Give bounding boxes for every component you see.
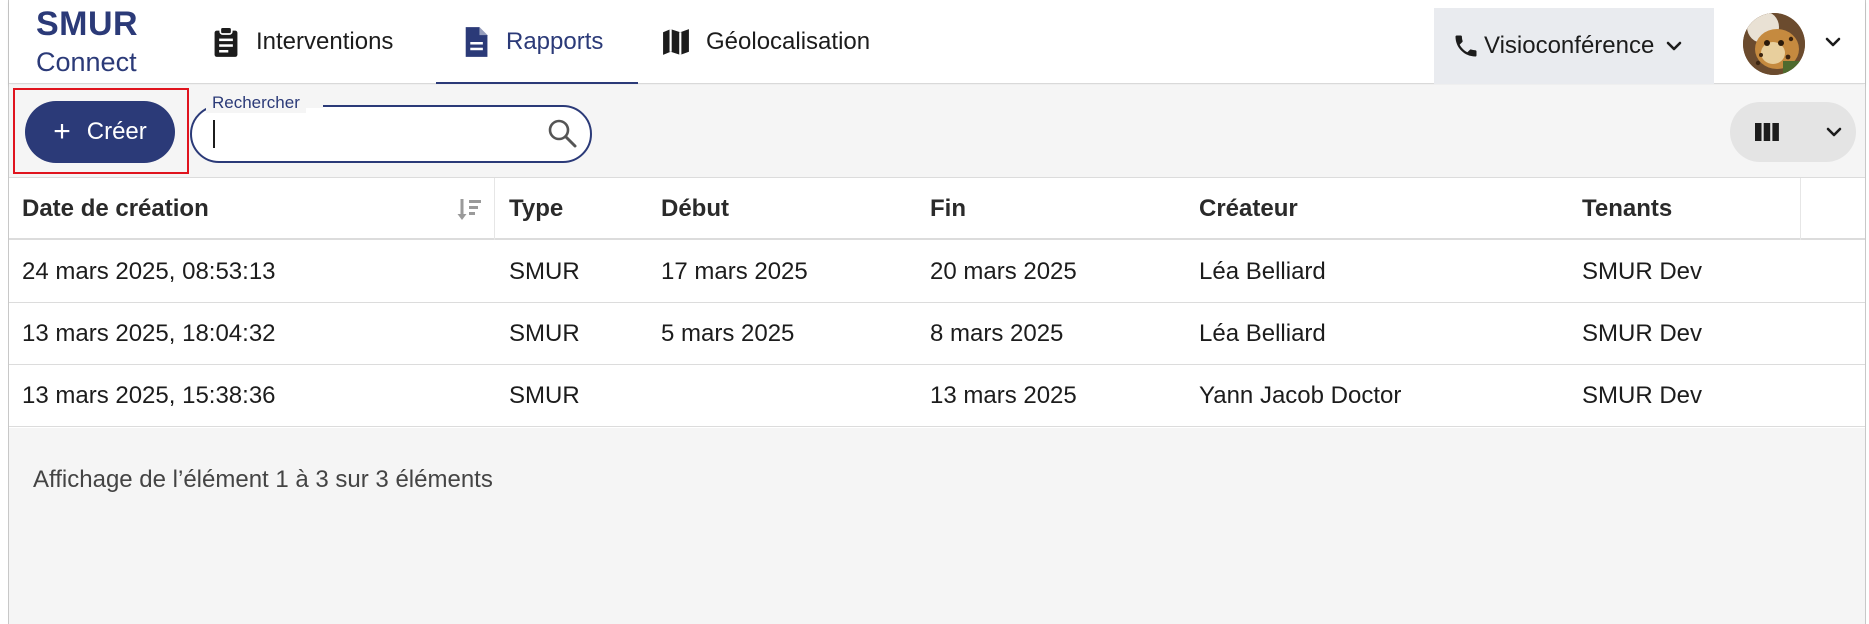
create-button[interactable]: + Créer (25, 101, 175, 163)
tab-rapports-label: Rapports (506, 28, 604, 55)
tab-interventions[interactable]: Interventions (212, 0, 426, 84)
cell-date-creation: 24 mars 2025, 08:53:13 (22, 258, 276, 285)
column-divider[interactable] (1800, 178, 1801, 240)
search-label: Rechercher (206, 93, 306, 113)
cell-fin: 13 mars 2025 (930, 382, 1077, 409)
tab-geolocalisation[interactable]: Géolocalisation (662, 0, 902, 84)
cell-createur: Léa Belliard (1199, 258, 1326, 285)
table-footer: Affichage de l’élément 1 à 3 sur 3 éléme… (9, 428, 1865, 624)
user-menu-chevron-icon[interactable] (1823, 32, 1843, 52)
cell-fin: 8 mars 2025 (930, 320, 1064, 347)
search-input[interactable] (212, 118, 532, 150)
chevron-down-icon (1826, 127, 1842, 137)
pagination-summary: Affichage de l’élément 1 à 3 sur 3 éléme… (33, 466, 493, 493)
column-header-date-creation[interactable]: Date de création (22, 178, 209, 240)
visioconference-menu-button[interactable]: Visioconférence (1434, 8, 1714, 84)
column-header-type[interactable]: Type (509, 178, 563, 240)
column-header-fin[interactable]: Fin (930, 178, 966, 240)
cell-type: SMUR (509, 320, 580, 347)
user-avatar[interactable] (1743, 13, 1805, 75)
table-header: Date de création Type Début Fin Créateur… (9, 178, 1865, 240)
tab-interventions-label: Interventions (256, 28, 394, 55)
chevron-down-icon (1667, 41, 1682, 51)
clipboard-icon (214, 26, 238, 57)
cell-type: SMUR (509, 258, 580, 285)
cell-tenants: SMUR Dev (1582, 382, 1703, 409)
logo-subtitle: Connect (36, 47, 137, 77)
sort-descending-icon[interactable] (456, 196, 484, 224)
avatar-image (1743, 13, 1805, 75)
column-header-debut[interactable]: Début (661, 178, 729, 240)
plus-icon: + (53, 115, 71, 148)
columns-menu-button[interactable] (1730, 102, 1856, 162)
columns-icon (1755, 123, 1779, 141)
phone-icon (1455, 35, 1477, 57)
window-right-border (1865, 0, 1866, 624)
cell-debut: 5 mars 2025 (661, 320, 795, 347)
cell-fin: 20 mars 2025 (930, 258, 1077, 285)
cell-createur: Yann Jacob Doctor (1199, 382, 1402, 409)
column-divider[interactable] (494, 178, 495, 240)
tab-geolocalisation-label: Géolocalisation (706, 28, 871, 55)
cell-tenants: SMUR Dev (1582, 320, 1703, 347)
table-row[interactable]: 24 mars 2025, 08:53:13 SMUR 17 mars 2025… (9, 241, 1865, 303)
app-logo[interactable]: SMUR Connect (36, 4, 156, 82)
cell-debut: 17 mars 2025 (661, 258, 808, 285)
cell-date-creation: 13 mars 2025, 15:38:36 (22, 382, 276, 409)
cell-createur: Léa Belliard (1199, 320, 1326, 347)
create-button-label: Créer (86, 118, 147, 145)
visioconference-label: Visioconférence (1484, 32, 1655, 59)
search-icon[interactable] (546, 117, 578, 149)
text-caret (213, 120, 215, 148)
column-header-tenants[interactable]: Tenants (1582, 178, 1672, 240)
map-icon (663, 29, 689, 55)
tab-rapports[interactable]: Rapports (436, 0, 638, 84)
cell-date-creation: 13 mars 2025, 18:04:32 (22, 320, 276, 347)
table-row[interactable]: 13 mars 2025, 18:04:32 SMUR 5 mars 2025 … (9, 303, 1865, 365)
cell-tenants: SMUR Dev (1582, 258, 1703, 285)
document-icon (465, 27, 488, 57)
cell-type: SMUR (509, 382, 580, 409)
column-header-createur[interactable]: Créateur (1199, 178, 1298, 240)
logo-title: SMUR (36, 5, 139, 43)
table-row[interactable]: 13 mars 2025, 15:38:36 SMUR 13 mars 2025… (9, 365, 1865, 427)
